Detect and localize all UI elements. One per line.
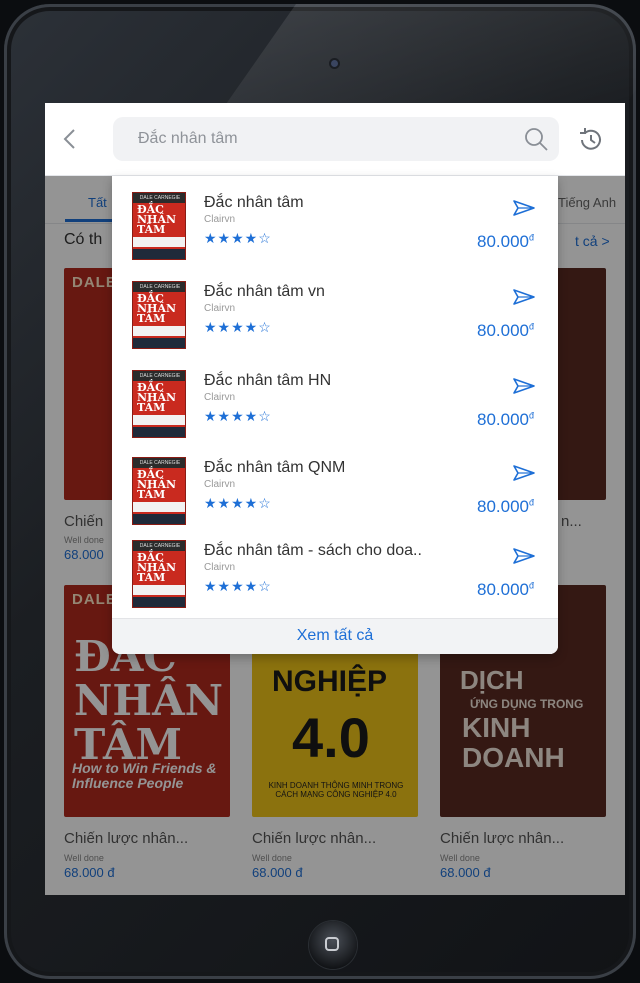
- back-arrow-icon[interactable]: [59, 127, 81, 151]
- search-result-item[interactable]: DALE CARNEGIE ĐẮC NHÂN TÂM Đắc nhân tâm HN…: [112, 354, 558, 438]
- cover-title: ĐẮC NHÂN TÂM: [137, 292, 177, 325]
- cover-band: [133, 415, 185, 425]
- currency-symbol: đ: [528, 497, 534, 508]
- currency-symbol: đ: [528, 321, 534, 332]
- rating-stars: ★★★★☆: [204, 495, 272, 511]
- result-price: 80.000đ: [477, 410, 534, 430]
- cover-band: [133, 502, 185, 512]
- cover-title: ĐẮC NHÂN TÂM: [137, 381, 177, 414]
- search-result-item[interactable]: DALE CARNEGIE ĐẮC NHÂN TÂM Đắc nhân tâm Cla…: [112, 176, 558, 260]
- home-square-icon: [325, 937, 339, 951]
- cover-footer: [133, 338, 185, 348]
- send-arrow-icon[interactable]: [512, 463, 536, 483]
- app-screen: Đắc nhân tâm Tất Tiếng Anh Có th t cả >: [45, 103, 625, 895]
- price-value: 80.000: [476, 321, 529, 340]
- result-title[interactable]: Đắc nhân tâm - sách cho doa..: [204, 542, 422, 560]
- result-author: Clairvn: [204, 214, 236, 225]
- search-suggestions-dropdown: DALE CARNEGIE ĐẮC NHÂN TÂM Đắc nhân tâm Cla…: [112, 176, 558, 654]
- cover-brand: DALE CARNEGIE: [133, 458, 185, 468]
- result-price: 80.000đ: [477, 580, 534, 600]
- book-thumbnail[interactable]: DALE CARNEGIE ĐẮC NHÂN TÂM: [132, 540, 186, 608]
- tablet-frame: Đắc nhân tâm Tất Tiếng Anh Có th t cả >: [4, 4, 636, 979]
- result-title[interactable]: Đắc nhân tâm HN: [204, 372, 331, 390]
- cover-brand: DALE CARNEGIE: [133, 282, 185, 292]
- search-input-value[interactable]: Đắc nhân tâm: [138, 130, 238, 148]
- cover-brand: DALE CARNEGIE: [133, 371, 185, 381]
- rating-stars: ★★★★☆: [204, 578, 272, 594]
- see-all-button[interactable]: Xem tất cả: [112, 618, 558, 654]
- rating-stars: ★★★★☆: [204, 230, 272, 246]
- book-thumbnail[interactable]: DALE CARNEGIE ĐẮC NHÂN TÂM: [132, 192, 186, 260]
- result-title[interactable]: Đắc nhân tâm QNM: [204, 459, 345, 477]
- result-author: Clairvn: [204, 562, 236, 573]
- currency-symbol: đ: [528, 410, 534, 421]
- book-thumbnail[interactable]: DALE CARNEGIE ĐẮC NHÂN TÂM: [132, 281, 186, 349]
- search-header: Đắc nhân tâm: [45, 103, 625, 176]
- result-title[interactable]: Đắc nhân tâm: [204, 194, 304, 212]
- cover-band: [133, 326, 185, 336]
- price-value: 80.000: [476, 410, 529, 429]
- currency-symbol: đ: [528, 232, 534, 243]
- search-result-item[interactable]: DALE CARNEGIE ĐẮC NHÂN TÂM Đắc nhân tâm vn…: [112, 265, 558, 349]
- history-icon[interactable]: [576, 126, 606, 154]
- cover-band: [133, 585, 185, 595]
- search-result-item[interactable]: DALE CARNEGIE ĐẮC NHÂN TÂM Đắc nhân tâm - …: [112, 524, 558, 608]
- price-value: 80.000: [476, 497, 529, 516]
- send-arrow-icon[interactable]: [512, 287, 536, 307]
- cover-band: [133, 237, 185, 247]
- send-arrow-icon[interactable]: [512, 546, 536, 566]
- book-thumbnail[interactable]: DALE CARNEGIE ĐẮC NHÂN TÂM: [132, 457, 186, 525]
- cover-footer: [133, 249, 185, 259]
- front-camera: [331, 60, 338, 67]
- rating-stars: ★★★★☆: [204, 319, 272, 335]
- search-icon[interactable]: [523, 126, 549, 152]
- result-price: 80.000đ: [477, 321, 534, 341]
- search-result-item[interactable]: DALE CARNEGIE ĐẮC NHÂN TÂM Đắc nhân tâm QN…: [112, 441, 558, 525]
- price-value: 80.000: [476, 580, 529, 599]
- cover-footer: [133, 597, 185, 607]
- home-button[interactable]: [309, 921, 357, 969]
- cover-title: ĐẮC NHÂN TÂM: [137, 468, 177, 501]
- book-thumbnail[interactable]: DALE CARNEGIE ĐẮC NHÂN TÂM: [132, 370, 186, 438]
- price-value: 80.000: [476, 232, 529, 251]
- cover-brand: DALE CARNEGIE: [133, 541, 185, 551]
- cover-title: ĐẮC NHÂN TÂM: [137, 203, 177, 236]
- search-input[interactable]: Đắc nhân tâm: [113, 117, 559, 161]
- result-author: Clairvn: [204, 303, 236, 314]
- rating-stars: ★★★★☆: [204, 408, 272, 424]
- cover-footer: [133, 427, 185, 437]
- result-author: Clairvn: [204, 479, 236, 490]
- result-author: Clairvn: [204, 392, 236, 403]
- cover-brand: DALE CARNEGIE: [133, 193, 185, 203]
- result-price: 80.000đ: [477, 232, 534, 252]
- result-title[interactable]: Đắc nhân tâm vn: [204, 283, 325, 301]
- send-arrow-icon[interactable]: [512, 376, 536, 396]
- currency-symbol: đ: [528, 580, 534, 591]
- cover-title: ĐẮC NHÂN TÂM: [137, 551, 177, 584]
- result-price: 80.000đ: [477, 497, 534, 517]
- send-arrow-icon[interactable]: [512, 198, 536, 218]
